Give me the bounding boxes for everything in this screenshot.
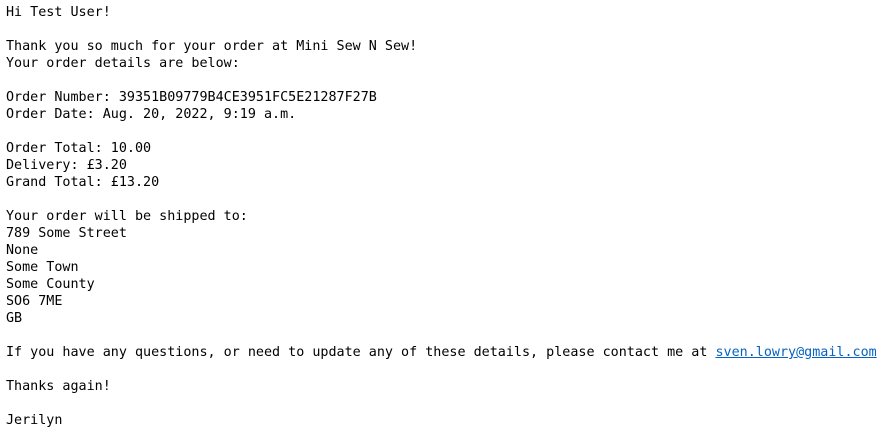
address-county: Some County bbox=[6, 277, 95, 292]
grand-total: Grand Total: £13.20 bbox=[6, 175, 160, 190]
ship-intro: Your order will be shipped to: bbox=[6, 209, 248, 224]
details-intro: Your order details are below: bbox=[6, 56, 240, 71]
thanks-line: Thank you so much for your order at Mini… bbox=[6, 39, 418, 54]
order-date: Order Date: Aug. 20, 2022, 9:19 a.m. bbox=[6, 107, 297, 122]
address-line2: None bbox=[6, 243, 39, 258]
delivery-cost: Delivery: £3.20 bbox=[6, 158, 127, 173]
address-country: GB bbox=[6, 311, 23, 326]
greeting: Hi Test User! bbox=[6, 5, 111, 20]
order-total: Order Total: 10.00 bbox=[6, 141, 152, 156]
address-line1: 789 Some Street bbox=[6, 226, 127, 241]
email-body: Hi Test User! Thank you so much for your … bbox=[6, 4, 877, 429]
address-town: Some Town bbox=[6, 260, 79, 275]
signature: Jerilyn bbox=[6, 413, 63, 428]
contact-email-link[interactable]: sven.lowry@gmail.com bbox=[715, 345, 876, 360]
address-postcode: SO6 7ME bbox=[6, 294, 63, 309]
contact-line: If you have any questions, or need to up… bbox=[6, 344, 877, 361]
thanks-again: Thanks again! bbox=[6, 379, 111, 394]
contact-text: If you have any questions, or need to up… bbox=[6, 345, 716, 360]
order-number: Order Number: 39351B09779B4CE3951FC5E212… bbox=[6, 90, 377, 105]
